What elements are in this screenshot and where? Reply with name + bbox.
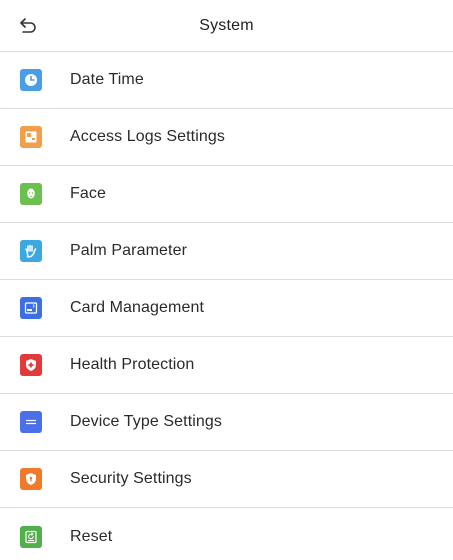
reset-icon [20, 525, 42, 548]
menu-item-label: Palm Parameter [70, 242, 187, 259]
menu-item-palm-parameter[interactable]: Palm Parameter [0, 223, 453, 280]
page-title: System [199, 16, 254, 34]
menu-item-label: Date Time [70, 71, 144, 88]
clock-icon [20, 69, 42, 91]
menu-item-label: Security Settings [70, 470, 192, 487]
header-bar: System [0, 0, 453, 52]
menu-item-label: Device Type Settings [70, 413, 223, 430]
menu-item-label: Face [70, 185, 106, 202]
system-menu: Date Time Access Logs Settings Face Palm… [0, 52, 453, 560]
device-type-icon [20, 411, 42, 433]
menu-item-date-time[interactable]: Date Time [0, 52, 453, 109]
back-arrow-icon [20, 18, 36, 33]
menu-item-face[interactable]: Face [0, 166, 453, 223]
system-screen: System Date Time Access Logs Settings Fa… [0, 0, 453, 560]
menu-item-access-logs-settings[interactable]: Access Logs Settings [0, 109, 453, 166]
security-shield-icon [20, 468, 42, 490]
card-icon [20, 297, 42, 319]
menu-item-device-type-settings[interactable]: Device Type Settings [0, 394, 453, 451]
menu-item-health-protection[interactable]: Health Protection [0, 337, 453, 394]
menu-item-label: Reset [70, 527, 113, 545]
shield-cross-icon [20, 354, 42, 376]
menu-item-reset[interactable]: Reset [0, 508, 453, 560]
back-button[interactable] [14, 12, 42, 40]
menu-item-label: Health Protection [70, 356, 195, 373]
palm-icon [20, 240, 42, 262]
face-icon [20, 183, 42, 205]
menu-item-label: Card Management [70, 299, 205, 316]
menu-item-security-settings[interactable]: Security Settings [0, 451, 453, 508]
logs-icon [20, 126, 42, 148]
menu-item-label: Access Logs Settings [70, 128, 225, 145]
menu-item-card-management[interactable]: Card Management [0, 280, 453, 337]
